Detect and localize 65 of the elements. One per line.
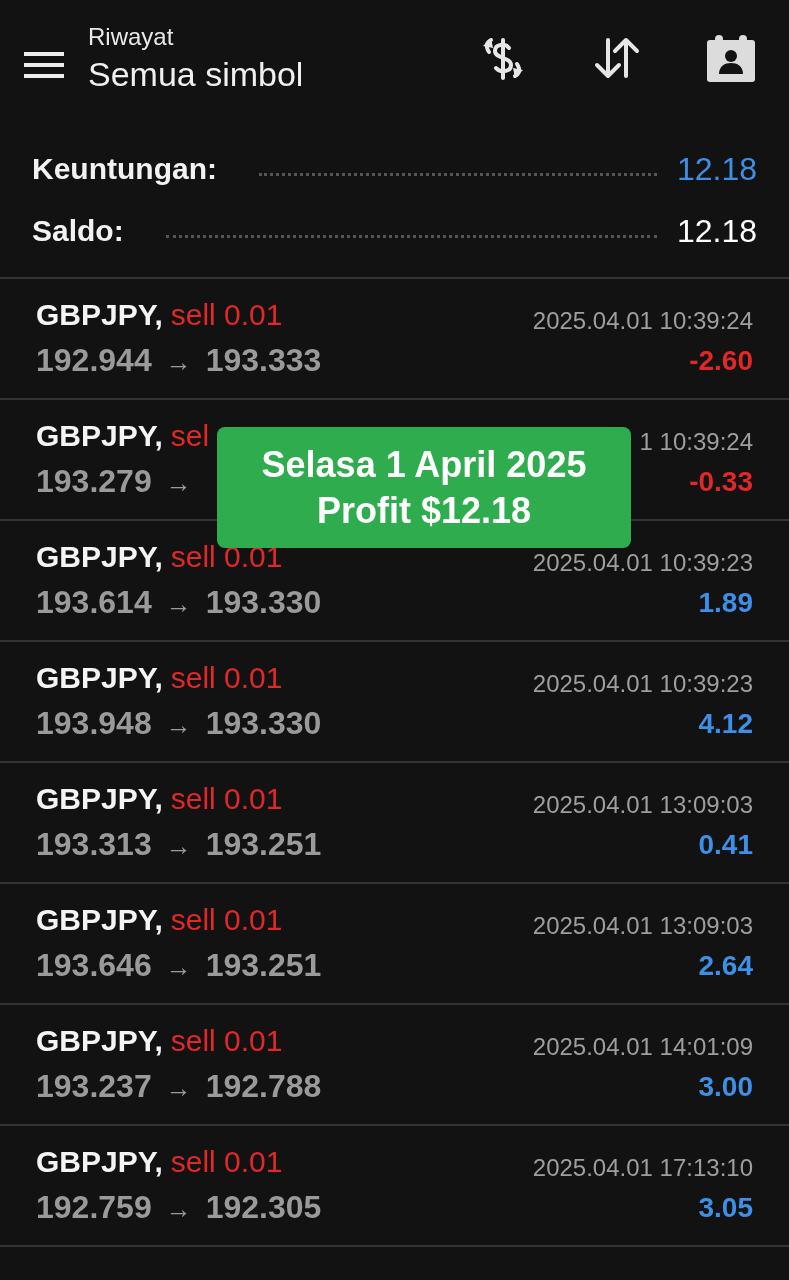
trade-profit: -0.33 <box>689 465 753 498</box>
arrow-glyph: → <box>165 589 192 620</box>
trade-side: sell 0.01 <box>170 540 283 574</box>
open-price: 192.759 <box>36 1189 152 1226</box>
symbol-name: GBPJPY, <box>36 1024 163 1058</box>
trade-time: 2025.04.01 10:39:23 <box>532 547 753 578</box>
trade-profit: 3.05 <box>698 1191 753 1224</box>
trade-profit: -2.60 <box>689 344 753 377</box>
summary-label: Keuntungan: <box>32 152 217 186</box>
close-price: 193.251 <box>205 826 322 863</box>
arrow-glyph: → <box>165 347 192 378</box>
toast-text: Selasa 1 April 2025 <box>261 443 587 486</box>
symbol-name: GBPJPY, <box>36 419 163 453</box>
arrow-glyph: → <box>165 1194 192 1225</box>
symbol-name: GBPJPY, <box>36 1145 163 1179</box>
close-price: 192.788 <box>205 1068 322 1105</box>
trade-time: 2025.04.01 13:09:03 <box>532 910 753 941</box>
symbol-name: GBPJPY, <box>36 298 163 332</box>
contact-card-icon[interactable] <box>705 32 757 84</box>
close-price: 193.330 <box>205 584 322 621</box>
open-price: 193.948 <box>36 705 152 742</box>
trade-profit: 1.89 <box>698 586 753 619</box>
trade-profit: 0.41 <box>698 828 753 861</box>
summary-label: Saldo: <box>32 214 124 248</box>
symbol-name: GBPJPY, <box>36 540 163 574</box>
trade-side: sell 0.01 <box>170 1024 283 1058</box>
close-price: 193.333 <box>205 342 322 379</box>
trade-time: 2025.04.01 13:09:03 <box>532 789 753 820</box>
trade-side: sell 0.01 <box>170 661 283 695</box>
screen-title: Semua simbol <box>88 54 305 94</box>
arrow-glyph: → <box>165 468 192 499</box>
open-price: 193.614 <box>36 584 152 621</box>
trade-time: 1 10:39:24 <box>639 426 753 457</box>
toast-text: Profit $12.18 <box>316 489 532 532</box>
trade-time: 2025.04.01 10:39:23 <box>532 668 753 699</box>
symbol-name: GBPJPY, <box>36 782 163 816</box>
trade-profit: 2.64 <box>698 949 753 982</box>
trade-side: sell 0.01 <box>170 1145 283 1179</box>
close-price: 192.305 <box>205 1189 322 1226</box>
summary-value: 12.18 <box>676 150 757 188</box>
trade-side: sel <box>170 419 210 453</box>
menu-icon[interactable] <box>24 51 64 79</box>
arrow-glyph: → <box>165 710 192 741</box>
trade-time: 2025.04.01 14:01:09 <box>532 1031 753 1062</box>
summary-value: 12.18 <box>676 212 757 250</box>
trade-side: sell 0.01 <box>170 298 283 332</box>
arrow-glyph: → <box>165 1073 192 1104</box>
trade-time: 2025.04.01 10:39:24 <box>532 305 753 336</box>
symbol-name: GBPJPY, <box>36 661 163 695</box>
open-price: 193.646 <box>36 947 152 984</box>
open-price: 193.313 <box>36 826 152 863</box>
open-price: 193.237 <box>36 1068 152 1105</box>
arrow-glyph: → <box>165 952 192 983</box>
trade-side: sell 0.01 <box>170 903 283 937</box>
trade-time: 2025.04.01 17:13:10 <box>532 1152 753 1183</box>
trade-side: sell 0.01 <box>170 782 283 816</box>
trade-profit: 3.00 <box>698 1070 753 1103</box>
open-price: 192.944 <box>36 342 152 379</box>
open-price: 193.279 <box>36 463 152 500</box>
symbol-name: GBPJPY, <box>36 903 163 937</box>
screen-subtitle: Riwayat <box>88 22 175 51</box>
close-price: 193.251 <box>205 947 322 984</box>
close-price: 193.330 <box>205 705 322 742</box>
trade-profit: 4.12 <box>698 707 753 740</box>
arrow-glyph: → <box>165 831 192 862</box>
